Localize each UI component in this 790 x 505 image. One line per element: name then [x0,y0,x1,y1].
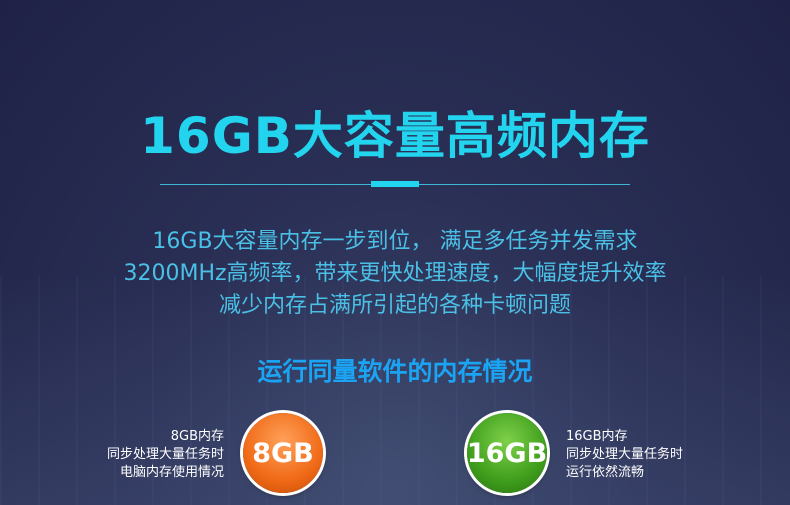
caption-line: 同步处理大量任务时 [566,447,684,462]
badge-16gb: 16GB [467,413,547,493]
description: 16GB大容量内存一步到位， 满足多任务并发需求 3200MHz高频率，带来更快… [0,226,790,322]
description-line: 16GB大容量内存一步到位， 满足多任务并发需求 [152,229,638,254]
section-subtitle: 运行同量软件的内存情况 [257,357,533,386]
description-line: 减少内存占满所引起的各种卡顿问题 [218,293,571,318]
left-caption: 8GB内存 同步处理大量任务时 电脑内存使用情况 [70,428,224,482]
caption-line: 电脑内存使用情况 [119,465,224,480]
page-title: 16GB大容量高频内存 [140,107,650,165]
right-caption: 16GB内存 同步处理大量任务时 运行依然流畅 [566,428,756,482]
description-line: 3200MHz高频率，带来更快处理速度，大幅度提升效率 [123,261,667,286]
caption-line: 8GB内存 [170,429,224,444]
badge-8gb: 8GB [243,413,323,493]
caption-line: 同步处理大量任务时 [106,447,224,462]
caption-line: 16GB内存 [566,429,628,444]
caption-line: 运行依然流畅 [566,465,645,480]
title-divider-accent [371,181,419,187]
